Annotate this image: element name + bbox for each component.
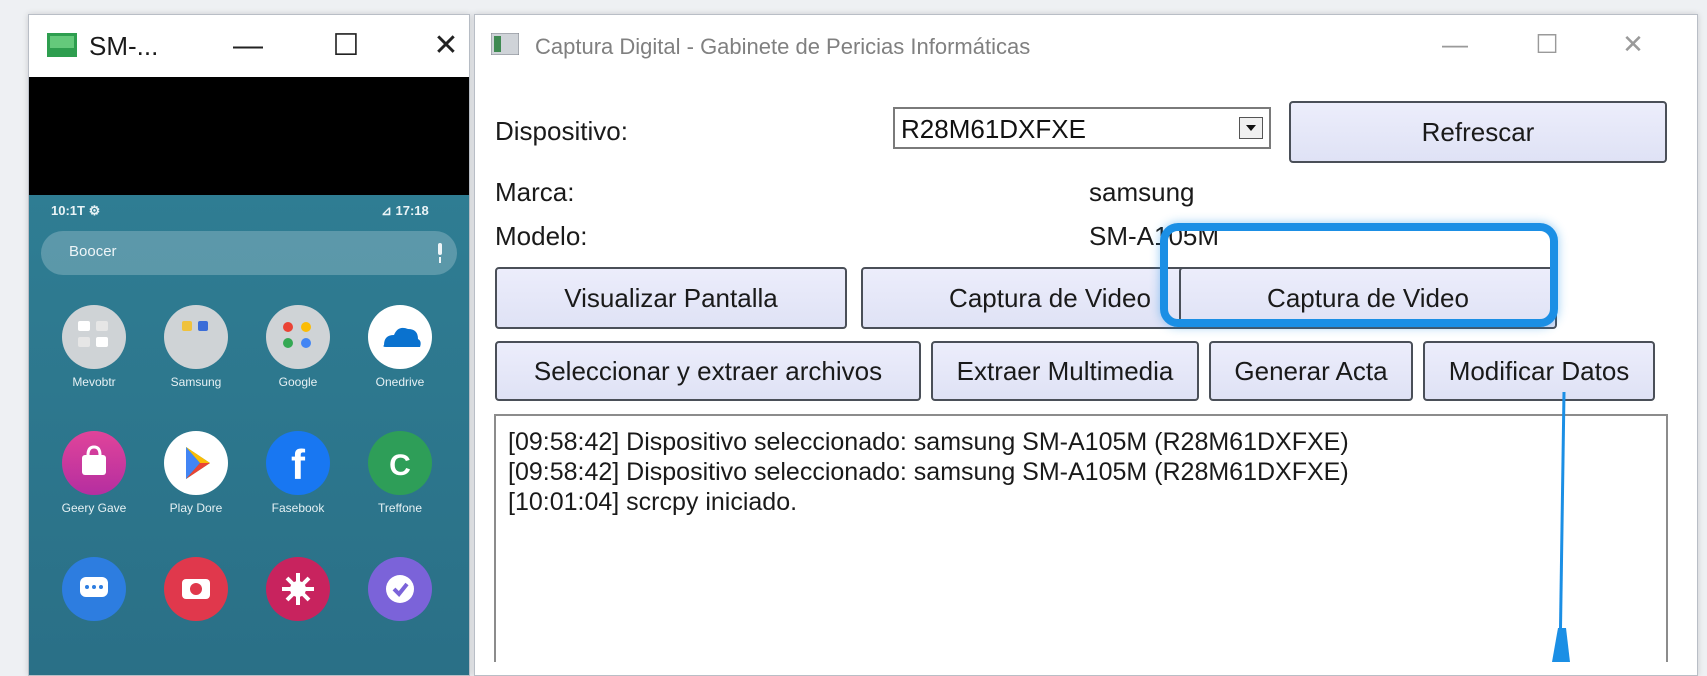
phone-screen-top-bar	[29, 77, 469, 195]
app-label: Play Dore	[169, 501, 223, 515]
window-title: Captura Digital - Gabinete de Pericias I…	[535, 34, 1031, 59]
log-line: [09:58:42] Dispositivo seleccionado: sam…	[508, 458, 1349, 486]
app-facebook[interactable]: f Fasebook	[253, 431, 343, 515]
refresh-button[interactable]: Refrescar	[1289, 101, 1667, 163]
app-label: Onedrive	[375, 375, 425, 389]
app-mevobtr[interactable]: Mevobtr	[49, 305, 139, 389]
app-play-store[interactable]: Play Dore	[151, 431, 241, 515]
select-extract-files-button[interactable]: Seleccionar y extraer archivos	[495, 341, 921, 401]
brand-value: samsung	[1089, 177, 1195, 207]
model-label: Modelo:	[495, 221, 588, 251]
bixby-icon	[266, 557, 330, 621]
modify-data-button[interactable]: Modificar Datos	[1423, 341, 1655, 401]
log-line: [10:01:04] scrcpy iniciado.	[508, 488, 798, 516]
scrcpy-app-icon	[47, 33, 77, 57]
camera-icon	[164, 557, 228, 621]
app-label: Treffone	[377, 501, 423, 515]
svg-text:C: C	[389, 449, 411, 482]
phone-search-placeholder: Boocer	[69, 243, 117, 260]
app-galaxy-store[interactable]: Geery Gave	[49, 431, 139, 515]
app-google[interactable]: Google	[253, 305, 343, 389]
device-select-value: R28M61DXFXE	[901, 114, 1086, 144]
app-clock[interactable]	[355, 557, 445, 621]
phone-mirror-window: SM-... — ☐ ✕ 10:1T ⚙ ⊿ 17:18 Boocer Mevo…	[28, 14, 470, 676]
status-bar-time: 10:1T ⚙	[51, 203, 101, 218]
window-app-icon	[491, 33, 519, 55]
minimize-button[interactable]: —	[223, 31, 273, 61]
folder-icon	[62, 305, 126, 369]
maximize-button[interactable]: ☐	[321, 31, 371, 61]
device-select[interactable]: R28M61DXFXE	[893, 107, 1271, 149]
app-label: Samsung	[170, 375, 222, 389]
app-samsung[interactable]: Samsung	[151, 305, 241, 389]
app-camera[interactable]	[151, 557, 241, 621]
app-label: Google	[278, 375, 318, 389]
status-bar-indicators: ⊿ 17:18	[381, 203, 429, 218]
clock-icon	[368, 557, 432, 621]
app-bixby[interactable]	[253, 557, 343, 621]
log-textarea[interactable]: [09:58:42] Dispositivo seleccionado: sam…	[494, 414, 1668, 662]
chevron-down-icon[interactable]	[1239, 117, 1263, 139]
annotation-arrow	[1552, 392, 1570, 662]
phone-home-screen[interactable]: 10:1T ⚙ ⊿ 17:18 Boocer Mevobtr Samsung G…	[29, 195, 469, 675]
app-label: Geery Gave	[61, 501, 127, 515]
facebook-icon: f	[266, 431, 330, 495]
maximize-button[interactable]: ☐	[1527, 31, 1567, 57]
app-label: Fasebook	[271, 501, 325, 515]
close-button[interactable]: ✕	[421, 31, 469, 61]
folder-icon	[164, 305, 228, 369]
phone-icon: C	[368, 431, 432, 495]
app-phone[interactable]: C Treffone	[355, 431, 445, 515]
phone-window-title: SM-...	[89, 31, 159, 61]
mic-icon[interactable]	[435, 243, 445, 263]
phone-window-titlebar[interactable]: SM-... — ☐ ✕	[29, 15, 469, 77]
app-label: Mevobtr	[72, 375, 116, 389]
app-messages[interactable]	[49, 557, 139, 621]
app-onedrive[interactable]: Onedrive	[355, 305, 445, 389]
onedrive-icon	[368, 305, 432, 369]
log-line: [09:58:42] Dispositivo seleccionado: sam…	[508, 428, 1349, 456]
svg-text:f: f	[291, 441, 306, 488]
phone-search-bar[interactable]: Boocer	[41, 231, 457, 275]
generate-report-button[interactable]: Generar Acta	[1209, 341, 1413, 401]
highlight-annotation	[1160, 223, 1558, 327]
play-store-icon	[164, 431, 228, 495]
store-icon	[62, 431, 126, 495]
folder-icon	[266, 305, 330, 369]
brand-label: Marca:	[495, 177, 575, 207]
close-button[interactable]: ✕	[1613, 31, 1653, 57]
device-label: Dispositivo:	[495, 116, 628, 146]
messages-icon	[62, 557, 126, 621]
minimize-button[interactable]: —	[1435, 31, 1475, 57]
view-screen-button[interactable]: Visualizar Pantalla	[495, 267, 847, 329]
extract-multimedia-button[interactable]: Extraer Multimedia	[931, 341, 1199, 401]
